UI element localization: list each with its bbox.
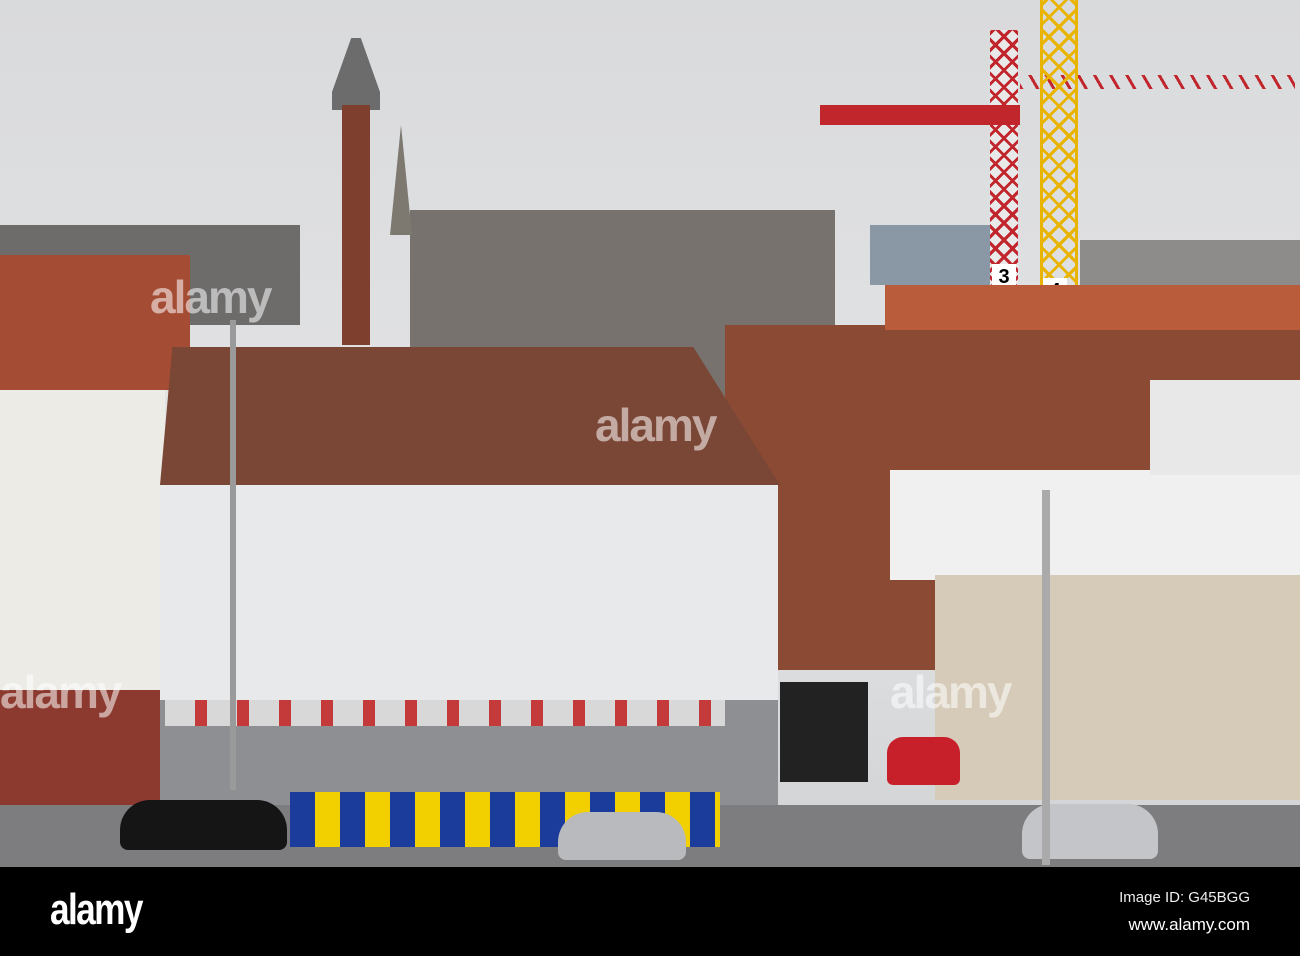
watermark: alamy (0, 666, 122, 718)
modern-building-upper (890, 470, 1300, 580)
alamy-logo: alamy (50, 885, 143, 934)
church-spire (390, 125, 412, 235)
black-car (120, 800, 287, 850)
orange-roofs (885, 285, 1300, 330)
city-photo: 3 4 alamy alamy alamy alamy (0, 0, 1300, 867)
chimney-top (332, 38, 380, 110)
website-link[interactable]: www.alamy.com (1128, 915, 1250, 935)
distant-skyline (1080, 240, 1300, 290)
modern-building-penthouse (1150, 380, 1300, 475)
street-lamp-left (230, 320, 236, 790)
glass-office-building (870, 225, 1000, 285)
silver-car-center (558, 812, 686, 860)
image-id: Image ID: G45BGG (1119, 889, 1250, 906)
dark-van (780, 682, 868, 782)
watermark: alamy (595, 399, 717, 451)
street-lamp (1042, 490, 1050, 865)
main-building-facade (160, 485, 778, 700)
shop-sign-strip (165, 700, 725, 726)
watermark: alamy (150, 271, 272, 323)
brick-chimney (342, 105, 370, 345)
watermark: alamy (890, 666, 1012, 718)
red-car (887, 737, 960, 785)
footer-bar: alamy Image ID: G45BGG www.alamy.com (0, 867, 1300, 956)
red-crane-jib (820, 105, 1020, 125)
